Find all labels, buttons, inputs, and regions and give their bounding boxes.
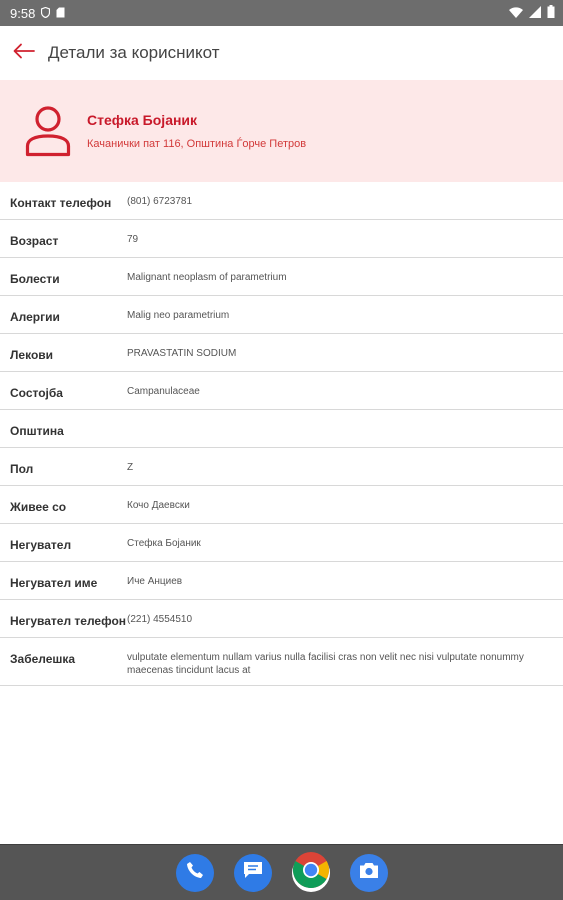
detail-label: Негувател телефон bbox=[10, 614, 127, 628]
detail-label: Пол bbox=[10, 462, 34, 476]
messages-icon bbox=[243, 861, 263, 884]
detail-label: Алергии bbox=[10, 310, 60, 324]
detail-value: Стефка Бојаник bbox=[127, 538, 201, 549]
detail-label: Возраст bbox=[10, 234, 59, 248]
detail-row: Контакт телефон (801) 6723781 bbox=[0, 182, 563, 220]
detail-value: 79 bbox=[127, 234, 139, 245]
person-icon bbox=[25, 105, 71, 157]
detail-value bbox=[127, 410, 553, 431]
user-header: Стефка Бојаник Качанички пат 116, Општин… bbox=[0, 80, 563, 182]
detail-row: Лекови PRAVASTATIN SODIUM bbox=[0, 334, 563, 372]
user-name: Стефка Бојаник bbox=[87, 112, 198, 128]
page-title: Детали за корисникот bbox=[48, 43, 220, 62]
camera-icon bbox=[359, 862, 379, 884]
detail-row: Болести Malignant neoplasm of parametrium bbox=[0, 258, 563, 296]
app-bar: Детали за корисникот bbox=[0, 26, 563, 80]
sd-card-icon bbox=[56, 6, 65, 21]
dock-chrome[interactable] bbox=[291, 851, 330, 894]
chrome-icon bbox=[292, 851, 330, 894]
detail-value: (221) 4554510 bbox=[127, 614, 193, 625]
shield-icon bbox=[41, 6, 51, 21]
detail-row: Општина bbox=[0, 410, 563, 448]
detail-label: Негувател bbox=[10, 538, 72, 552]
phone-icon bbox=[186, 861, 204, 884]
detail-label: Состојба bbox=[10, 386, 63, 400]
detail-row: Состојба Campanulaceae bbox=[0, 372, 563, 410]
back-button[interactable] bbox=[0, 29, 48, 77]
user-address: Качанички пат 116, Општина Ѓорче Петров bbox=[87, 138, 307, 150]
detail-value: Malignant neoplasm of parametrium bbox=[127, 272, 287, 283]
detail-row: Негувател телефон (221) 4554510 bbox=[0, 600, 563, 638]
battery-icon bbox=[547, 5, 555, 21]
screen: 9:58 Детали за корисникот Стефка Бојаник… bbox=[0, 0, 563, 900]
detail-value: Иче Анциев bbox=[127, 576, 183, 587]
detail-value: Campanulaceae bbox=[127, 386, 200, 397]
detail-label: Болести bbox=[10, 272, 60, 286]
detail-label: Контакт телефон bbox=[10, 196, 112, 210]
detail-row: Негувател Стефка Бојаник bbox=[0, 524, 563, 562]
navigation-bar bbox=[0, 844, 563, 900]
detail-value: PRAVASTATIN SODIUM bbox=[127, 348, 237, 359]
detail-row: Возраст 79 bbox=[0, 220, 563, 258]
detail-value: Кочо Даевски bbox=[127, 500, 190, 511]
detail-row: Забелешка vulputate elementum nullam vari… bbox=[0, 638, 563, 686]
dock-camera[interactable] bbox=[349, 853, 388, 892]
dock-messages[interactable] bbox=[233, 853, 272, 892]
arrow-back-icon bbox=[13, 43, 35, 64]
status-time: 9:58 bbox=[10, 5, 36, 21]
detail-row: Пол Z bbox=[0, 448, 563, 486]
wifi-icon bbox=[509, 6, 523, 21]
detail-label: Општина bbox=[10, 424, 64, 438]
status-bar: 9:58 bbox=[0, 0, 563, 26]
cell-signal-icon bbox=[529, 5, 541, 21]
user-header-text: Стефка Бојаник Качанички пат 116, Општин… bbox=[87, 112, 306, 150]
detail-row: Алергии Malig neo parametrium bbox=[0, 296, 563, 334]
details-list: Контакт телефон (801) 6723781 Возраст 79 Бол… bbox=[0, 182, 563, 686]
detail-value: (801) 6723781 bbox=[127, 196, 193, 207]
detail-label: Лекови bbox=[10, 348, 54, 362]
detail-row: Живее со Кочо Даевски bbox=[0, 486, 563, 524]
detail-label: Живее со bbox=[10, 500, 67, 514]
detail-label: Негувател име bbox=[10, 576, 98, 590]
dock-phone[interactable] bbox=[175, 853, 214, 892]
status-right-icons bbox=[509, 5, 555, 21]
detail-value: Z bbox=[127, 462, 134, 473]
detail-label: Забелешка bbox=[10, 652, 76, 666]
detail-row: Негувател име Иче Анциев bbox=[0, 562, 563, 600]
detail-value: Malig neo parametrium bbox=[127, 310, 230, 321]
detail-value: vulputate elementum nullam varius nulla … bbox=[127, 652, 524, 676]
